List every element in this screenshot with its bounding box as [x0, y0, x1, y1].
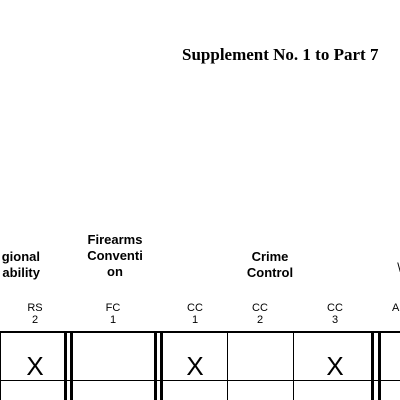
- group-border-double: [154, 331, 157, 400]
- group-border-double: [64, 331, 67, 400]
- group-header-next: \: [394, 260, 400, 276]
- group-border-double: [371, 331, 374, 400]
- column-code-rs2: RS 2: [27, 302, 43, 326]
- check-mark-rs2: X: [26, 351, 44, 381]
- column-code-fc1: FC 1: [105, 302, 121, 326]
- column-code-next: A: [392, 302, 400, 314]
- check-mark-cc1: X: [186, 351, 204, 381]
- group-header-crime-control: Crime Control: [246, 249, 294, 280]
- group-border-double: [70, 331, 73, 400]
- cell-border: [227, 331, 228, 400]
- cell-border: [0, 331, 1, 400]
- check-mark-cc3: X: [326, 351, 344, 381]
- cell-border: [293, 331, 294, 400]
- group-border-double: [160, 331, 163, 400]
- column-code-cc1: CC 1: [187, 302, 203, 326]
- group-border-double: [378, 331, 381, 400]
- column-code-cc3: CC 3: [327, 302, 343, 326]
- table-top-rule: [0, 331, 400, 333]
- column-code-cc2: CC 2: [252, 302, 268, 326]
- supplement-title: Supplement No. 1 to Part 7: [182, 45, 379, 64]
- group-header-firearms-convention: Firearms Conventi on: [87, 232, 143, 279]
- group-header-regional-stability: gional ability: [1, 249, 40, 280]
